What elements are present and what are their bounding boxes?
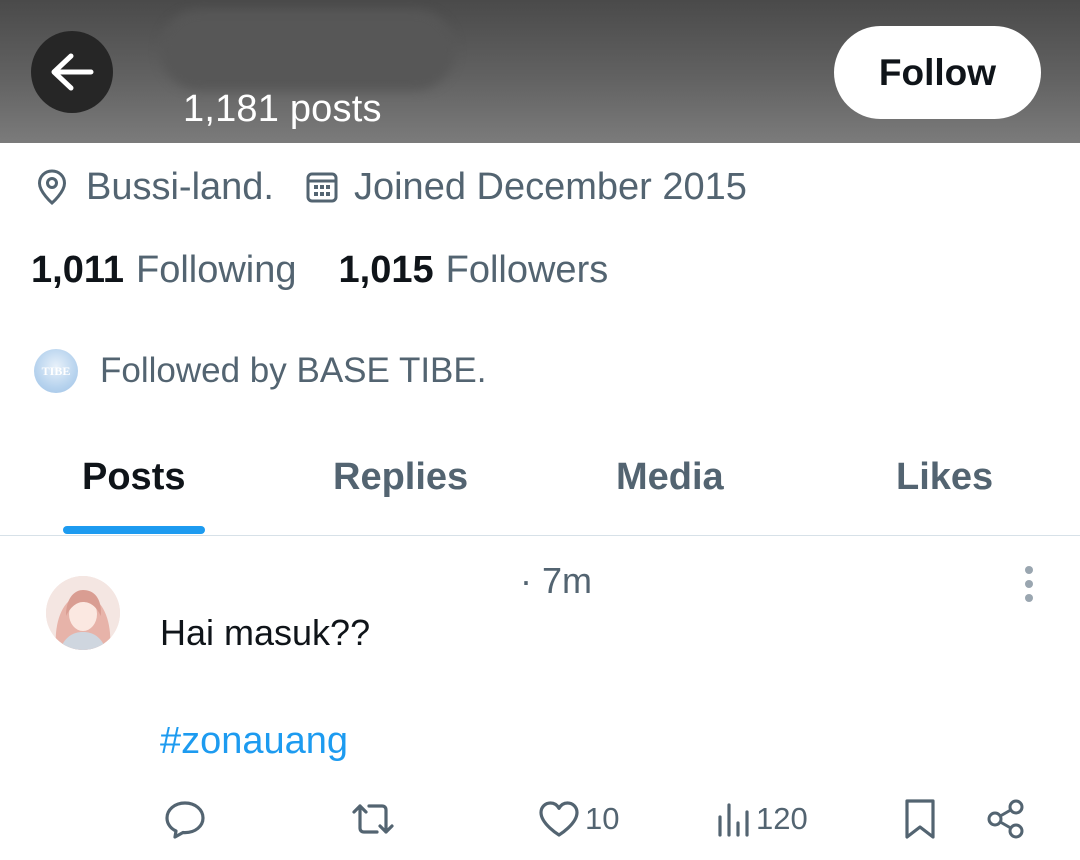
followed-by-row[interactable]: TIBE Followed by BASE TIBE. bbox=[34, 348, 486, 394]
post-text: Hai masuk?? bbox=[160, 612, 371, 653]
following-count: 1,011 bbox=[31, 248, 124, 291]
views-icon bbox=[718, 803, 749, 837]
repost-icon bbox=[352, 804, 394, 834]
post-hashtag[interactable]: #zonauang bbox=[160, 720, 348, 763]
share-icon bbox=[987, 799, 1024, 839]
tab-replies[interactable]: Replies bbox=[333, 456, 468, 499]
tab-media[interactable]: Media bbox=[616, 456, 724, 499]
calendar-icon bbox=[304, 165, 340, 209]
follow-stats-row: 1,011 Following 1,015 Followers bbox=[31, 247, 608, 293]
posts-count: 1,181 posts bbox=[183, 88, 382, 130]
repost-button[interactable] bbox=[350, 795, 396, 843]
followers-stat[interactable]: 1,015 Followers bbox=[339, 249, 609, 292]
like-button[interactable]: 10 bbox=[537, 795, 619, 843]
location-pin-icon bbox=[34, 165, 70, 209]
followers-count: 1,015 bbox=[338, 248, 434, 291]
arrow-left-icon bbox=[51, 53, 94, 91]
tab-likes[interactable]: Likes bbox=[896, 456, 993, 499]
reply-button[interactable] bbox=[163, 795, 207, 843]
tab-posts[interactable]: Posts bbox=[82, 456, 185, 499]
profile-header-banner: 1,181 posts Follow bbox=[0, 0, 1080, 143]
redacted-username bbox=[160, 10, 455, 90]
heart-icon bbox=[539, 801, 579, 837]
following-stat[interactable]: 1,011 Following bbox=[31, 249, 297, 292]
views-count: 120 bbox=[756, 801, 808, 836]
reply-icon bbox=[165, 801, 205, 839]
follower-avatar: TIBE bbox=[34, 349, 78, 393]
following-label: Following bbox=[136, 248, 297, 291]
profile-meta-row: Bussi-land. Joined December 2015 bbox=[34, 164, 747, 210]
bookmark-button[interactable] bbox=[902, 795, 938, 843]
views-button[interactable]: 120 bbox=[716, 795, 808, 843]
profile-tabs: Posts Replies Media Likes bbox=[0, 430, 1080, 536]
followed-by-text: Followed by BASE TIBE. bbox=[100, 351, 487, 390]
more-vertical-icon[interactable] bbox=[1014, 564, 1044, 604]
followers-label: Followers bbox=[445, 248, 609, 291]
share-button[interactable] bbox=[985, 795, 1027, 843]
profile-join-date: Joined December 2015 bbox=[353, 165, 747, 208]
bookmark-icon bbox=[905, 799, 935, 839]
profile-location: Bussi-land. bbox=[86, 165, 274, 208]
follow-button[interactable]: Follow bbox=[834, 26, 1041, 119]
post-timestamp[interactable]: · 7m bbox=[520, 560, 592, 602]
active-tab-indicator bbox=[63, 526, 205, 534]
back-button[interactable] bbox=[31, 31, 113, 113]
post-author-avatar[interactable] bbox=[46, 576, 120, 650]
like-count: 10 bbox=[585, 801, 620, 836]
